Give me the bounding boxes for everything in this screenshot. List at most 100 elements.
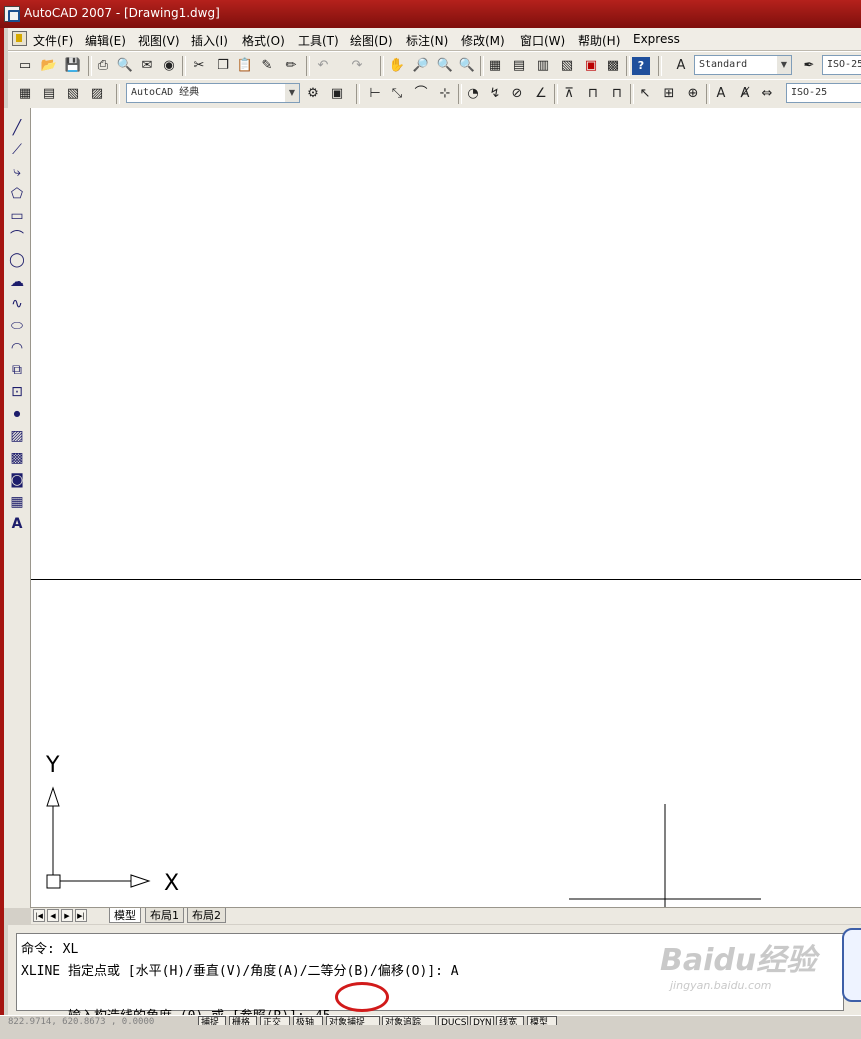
sheet-set-icon[interactable]: ▧ [558, 57, 576, 75]
workspace-layers-icon[interactable]: ▧ [64, 85, 82, 103]
undo-icon[interactable]: ↶ [314, 57, 332, 75]
make-block-icon[interactable]: ⊡ [7, 382, 27, 402]
cut-icon[interactable]: ✂ [190, 57, 208, 75]
new-file-icon[interactable]: ▭ [16, 57, 34, 75]
publish-icon[interactable]: ✉ [138, 57, 156, 75]
region-icon[interactable]: ◙ [7, 470, 27, 490]
menu-draw[interactable]: 绘图(D) [350, 32, 393, 49]
redo-icon[interactable]: ↷ [348, 57, 366, 75]
menu-help[interactable]: 帮助(H) [578, 32, 620, 49]
dim-style-icon[interactable]: ✒ [800, 57, 818, 75]
workspace-lock-icon[interactable]: ▣ [328, 85, 346, 103]
menu-view[interactable]: 视图(V) [138, 32, 180, 49]
properties-icon[interactable]: ▦ [486, 57, 504, 75]
paste-icon[interactable]: 📋 [236, 57, 254, 75]
arc-icon[interactable]: ⌒ [7, 228, 27, 248]
polyline-icon[interactable]: ⤷ [7, 162, 27, 182]
chevron-down-icon[interactable]: ▼ [285, 84, 299, 102]
revision-cloud-icon[interactable]: ☁ [7, 272, 27, 292]
copy-icon[interactable]: ❐ [214, 57, 232, 75]
zoom-previous-icon[interactable]: 🔍 [458, 57, 476, 75]
jogged-dimension-icon[interactable]: ↯ [486, 85, 504, 103]
dimension-update-icon[interactable]: ⇔ [758, 85, 776, 103]
workspace-save-icon[interactable]: ▤ [40, 85, 58, 103]
design-center-icon[interactable]: ▤ [510, 57, 528, 75]
quick-dimension-icon[interactable]: ⊼ [560, 85, 578, 103]
previous-tab-icon[interactable]: ◀ [47, 909, 59, 922]
menu-edit[interactable]: 编辑(E) [85, 32, 126, 49]
hatch-icon[interactable]: ▨ [7, 426, 27, 446]
document-icon[interactable] [12, 31, 27, 46]
gradient-icon[interactable]: ▩ [7, 448, 27, 468]
plot-icon[interactable]: ⎙ [94, 57, 112, 75]
baseline-dimension-icon[interactable]: ⊓ [584, 85, 602, 103]
command-history-box[interactable]: 命令: XL XLINE 指定点或 [水平(H)/垂直(V)/角度(A)/二等分… [16, 933, 844, 1024]
help-icon[interactable]: ? [632, 57, 650, 75]
menu-window[interactable]: 窗口(W) [520, 32, 565, 49]
toolbar-separator [458, 84, 462, 104]
workspace-palette-icon[interactable]: ▨ [88, 85, 106, 103]
line-icon[interactable]: ╱ [7, 118, 27, 138]
menu-tools[interactable]: 工具(T) [298, 32, 339, 49]
continue-dimension-icon[interactable]: ⊓ [608, 85, 626, 103]
polygon-icon[interactable]: ⬠ [7, 184, 27, 204]
block-editor-icon[interactable]: ✏ [282, 57, 300, 75]
ellipse-arc-icon[interactable]: ◠ [7, 338, 27, 358]
tab-layout2[interactable]: 布局2 [187, 908, 226, 923]
workspace-settings-button-icon[interactable]: ⚙ [304, 85, 322, 103]
tab-layout1[interactable]: 布局1 [145, 908, 184, 923]
center-mark-icon[interactable]: ⊕ [684, 85, 702, 103]
menu-insert[interactable]: 插入(I) [191, 32, 228, 49]
3d-dwf-icon[interactable]: ◉ [160, 57, 178, 75]
tab-model[interactable]: 模型 [109, 908, 141, 923]
angular-dimension-icon[interactable]: ∠ [532, 85, 550, 103]
insert-block-icon[interactable]: ⧉ [7, 360, 27, 380]
ordinate-dimension-icon[interactable]: ⊹ [436, 85, 454, 103]
match-properties-icon[interactable]: ✎ [258, 57, 276, 75]
communication-center-balloon[interactable] [842, 928, 861, 1002]
pan-realtime-icon[interactable]: ✋ [388, 57, 406, 75]
menu-dimension[interactable]: 标注(N) [406, 32, 448, 49]
plot-preview-icon[interactable]: 🔍 [116, 57, 134, 75]
save-icon[interactable]: 💾 [64, 57, 82, 75]
zoom-window-icon[interactable]: 🔍 [436, 57, 454, 75]
point-icon[interactable]: ● [7, 404, 27, 424]
arc-length-icon[interactable]: ⌒ [412, 85, 430, 103]
ellipse-icon[interactable]: ⬭ [7, 316, 27, 336]
workspace-settings-icon[interactable]: ▦ [16, 85, 34, 103]
multiline-text-icon[interactable]: A [7, 514, 27, 534]
quick-leader-icon[interactable]: ↖ [636, 85, 654, 103]
radius-dimension-icon[interactable]: ◔ [464, 85, 482, 103]
zoom-realtime-icon[interactable]: 🔎 [412, 57, 430, 75]
dimension-style-dropdown[interactable]: ISO-25 [786, 83, 861, 103]
aligned-dimension-icon[interactable]: ⤡ [388, 85, 406, 103]
menu-modify[interactable]: 修改(M) [461, 32, 505, 49]
last-tab-icon[interactable]: ▶| [75, 909, 87, 922]
text-style-dropdown[interactable]: Standard ▼ [694, 55, 792, 75]
dimension-edit-icon[interactable]: A [712, 85, 730, 103]
table-icon[interactable]: ▦ [7, 492, 27, 512]
menu-format[interactable]: 格式(O) [242, 32, 285, 49]
diameter-dimension-icon[interactable]: ⊘ [508, 85, 526, 103]
circle-icon[interactable]: ◯ [7, 250, 27, 270]
rectangle-icon[interactable]: ▭ [7, 206, 27, 226]
chevron-down-icon[interactable]: ▼ [777, 56, 791, 74]
construction-line-icon[interactable]: ⟋ [7, 140, 27, 160]
calculator-icon[interactable]: ▩ [604, 57, 622, 75]
next-tab-icon[interactable]: ▶ [61, 909, 73, 922]
linear-dimension-icon[interactable]: ⊢ [366, 85, 384, 103]
tolerance-icon[interactable]: ⊞ [660, 85, 678, 103]
autocad-app-icon[interactable] [4, 6, 20, 22]
text-style-icon[interactable]: A [672, 57, 690, 75]
drawing-canvas[interactable]: Y X [31, 108, 861, 908]
open-file-icon[interactable]: 📂 [40, 57, 58, 75]
spline-icon[interactable]: ∿ [7, 294, 27, 314]
first-tab-icon[interactable]: |◀ [33, 909, 45, 922]
dimension-text-edit-icon[interactable]: Ⱥ [736, 85, 754, 103]
tool-palettes-icon[interactable]: ▥ [534, 57, 552, 75]
markup-icon[interactable]: ▣ [582, 57, 600, 75]
workspace-dropdown[interactable]: AutoCAD 经典 ▼ [126, 83, 300, 103]
menu-file[interactable]: 文件(F) [33, 32, 73, 49]
menu-express[interactable]: Express [633, 32, 680, 46]
dim-style-dropdown[interactable]: ISO-25 [822, 55, 861, 75]
